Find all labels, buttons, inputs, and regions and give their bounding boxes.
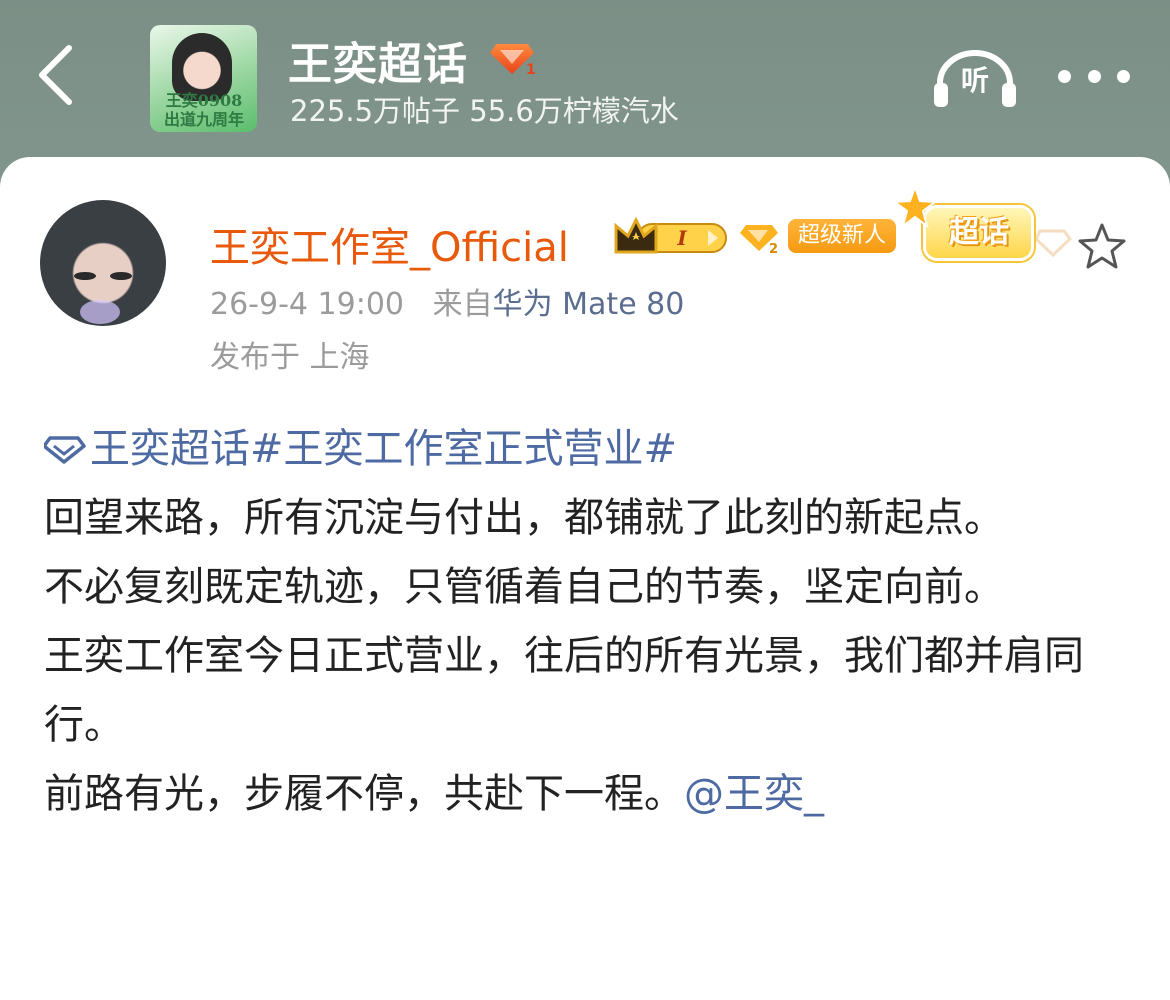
post-time: 26-9-4 19:00: [210, 287, 404, 322]
post-location: 发布于 上海: [210, 340, 370, 375]
sticker-label: 超话: [949, 215, 1009, 250]
avatar-glow: [80, 300, 120, 324]
cover-caption: 王奕0908 出道九周年: [163, 91, 244, 129]
crown-member-badge-icon[interactable]: I: [612, 214, 730, 260]
diamond-level-badge-icon: 2: [740, 225, 778, 255]
svg-text:1: 1: [526, 62, 536, 78]
more-options-button[interactable]: [1058, 58, 1130, 94]
more-dot-icon: [1087, 69, 1101, 83]
post-device[interactable]: 华为 Mate 80: [493, 287, 685, 322]
supertopic-cover-image[interactable]: 王奕0908 出道九周年: [150, 25, 257, 132]
more-dot-icon: [1117, 69, 1130, 83]
source-prefix: 来自: [432, 287, 493, 322]
topic-tags: 王奕超话#王奕工作室正式营业#: [42, 415, 1134, 484]
supertopic-header: 王奕0908 出道九周年 王奕超话 1 225.5万帖子 55.6万柠檬汽水 听: [0, 0, 1170, 165]
faded-diamond-icon: [1036, 229, 1072, 257]
chevron-left-icon: [39, 45, 72, 105]
supertopic-diamond-icon: [42, 436, 86, 464]
username[interactable]: 王奕工作室_Official: [210, 215, 569, 273]
svg-text:I: I: [676, 226, 687, 250]
post-card: 王奕工作室_Official I 2 超级新人 超话 26-9-4 19:00 …: [0, 157, 1170, 1000]
listen-label: 听: [960, 64, 989, 97]
diamond-level-badge-icon: 1: [490, 44, 536, 78]
super-newbie-badge: 超级新人: [788, 219, 897, 253]
avatar-eye: [74, 272, 96, 280]
listen-button[interactable]: 听: [932, 45, 1018, 111]
supertopic-title[interactable]: 王奕超话: [288, 28, 468, 92]
post-paragraph-last: 前路有光，步履不停，共赴下一程。@王奕_: [44, 760, 1134, 829]
post-body: 王奕超话#王奕工作室正式营业# 回望来路，所有沉淀与付出，都铺就了此刻的新起点。…: [42, 415, 1134, 829]
supertopic-stats: 225.5万帖子 55.6万柠檬汽水: [290, 94, 679, 128]
supertopic-sticker: 超话: [893, 185, 1043, 267]
svg-text:2: 2: [769, 242, 778, 255]
more-dot-icon: [1058, 69, 1071, 83]
post-paragraph: 回望来路，所有沉淀与付出，都铺就了此刻的新起点。: [44, 495, 1004, 541]
avatar-eye: [110, 272, 132, 280]
mention-link[interactable]: @王奕_: [684, 771, 824, 817]
avatar[interactable]: [40, 200, 166, 326]
back-button[interactable]: [30, 40, 80, 110]
star-sparkle-icon: [893, 185, 937, 229]
post-paragraph-text: 前路有光，步履不停，共赴下一程。: [44, 771, 684, 817]
post-meta: 26-9-4 19:00 来自华为 Mate 80: [210, 279, 684, 323]
post-paragraph: 王奕工作室今日正式营业，往后的所有光景，我们都并肩同行。: [44, 633, 1084, 748]
favorite-star-icon[interactable]: [1076, 221, 1128, 271]
post-paragraph: 不必复刻既定轨迹，只管循着自己的节奏，坚定向前。: [44, 564, 1004, 610]
topic-link[interactable]: 王奕超话#王奕工作室正式营业#: [42, 426, 677, 472]
